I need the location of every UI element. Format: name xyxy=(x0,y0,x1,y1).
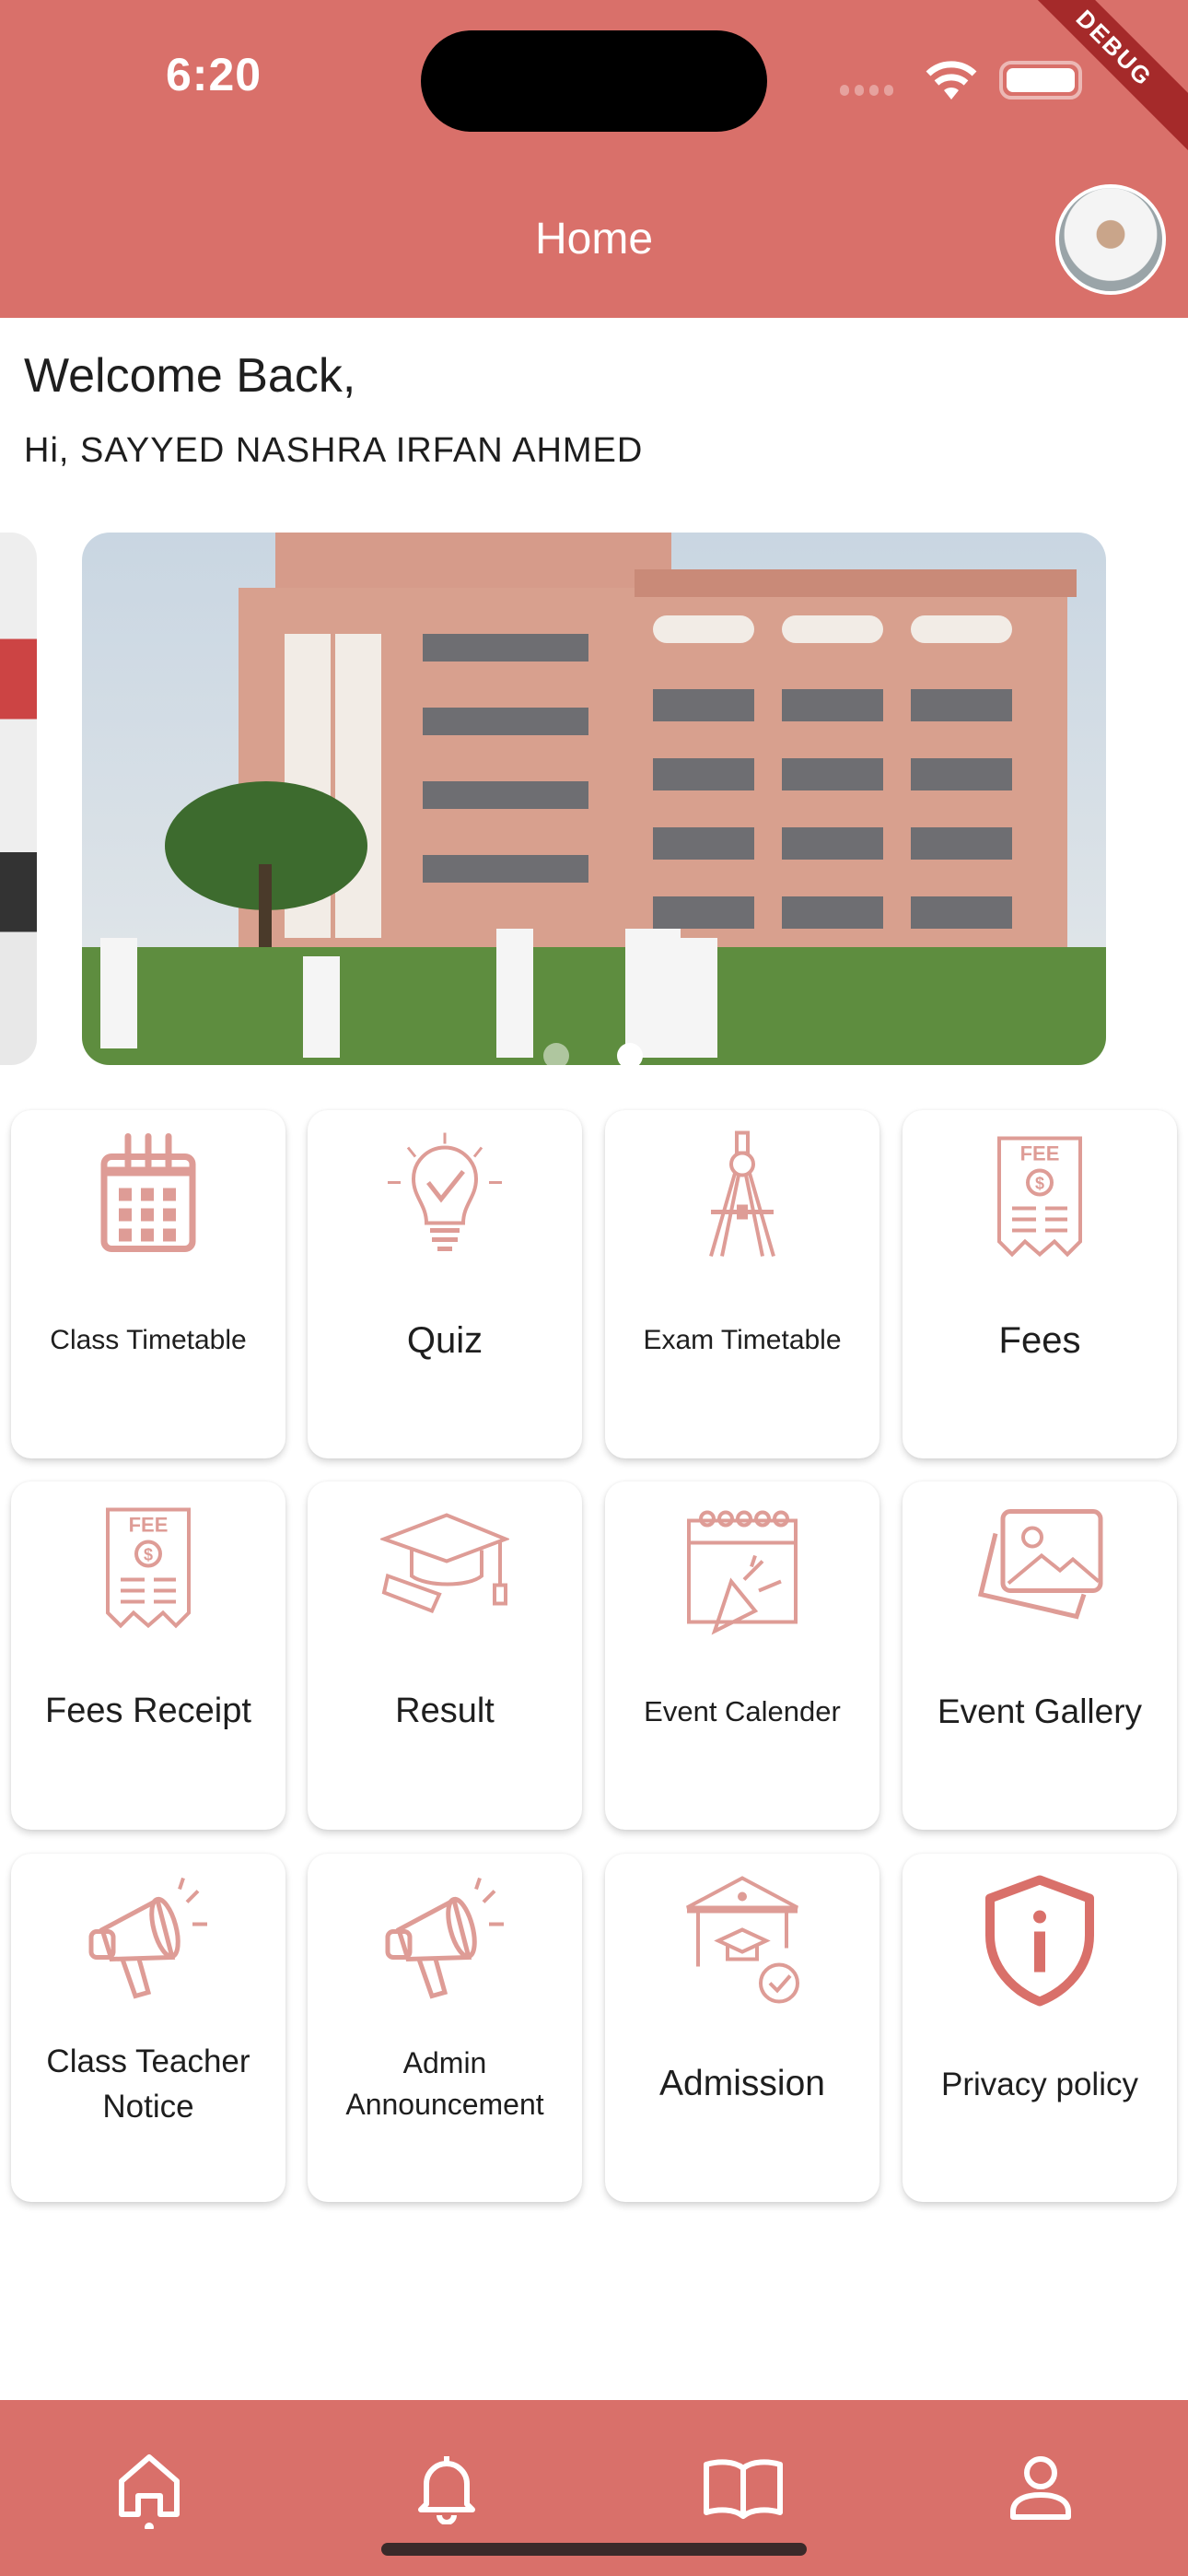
person-icon xyxy=(1010,2456,1071,2520)
svg-text:FEE: FEE xyxy=(1020,1142,1060,1165)
school-check-icon xyxy=(686,1876,799,2004)
grid-item-label: Privacy policy xyxy=(941,2066,1138,2102)
fee-receipt-icon: FEE $ xyxy=(106,1507,191,1629)
grid-item-label: Event Calender xyxy=(644,1695,841,1728)
carousel-dot[interactable] xyxy=(543,1043,569,1069)
home-indicator xyxy=(381,2543,807,2556)
grid-item-event-gallery[interactable]: Event Gallery xyxy=(903,1481,1177,1830)
grid-item-label: Fees xyxy=(998,1320,1081,1361)
grid-item-label: Exam Timetable xyxy=(643,1325,842,1355)
carousel-slide-previous[interactable] xyxy=(0,533,37,1065)
event-calendar-icon xyxy=(687,1510,798,1635)
cellular-signal-icon xyxy=(840,85,893,96)
carousel-dot-active[interactable] xyxy=(617,1043,643,1069)
grid-item-label: Fees Receipt xyxy=(45,1692,251,1731)
nav-profile[interactable] xyxy=(999,2446,1082,2529)
grid-item-label: Quiz xyxy=(406,1320,483,1361)
lightbulb-check-icon xyxy=(388,1132,502,1251)
fee-receipt-icon: FEE $ xyxy=(997,1136,1082,1258)
gallery-icon xyxy=(977,1509,1103,1620)
grid-item-label: Class Timetable xyxy=(50,1325,247,1355)
page-title: Home xyxy=(534,215,654,263)
book-icon xyxy=(704,2459,783,2519)
grid-item-class-teacher-notice[interactable]: Class Teacher Notice xyxy=(11,1854,285,2202)
grid-item-fees[interactable]: FEE $ Fees xyxy=(903,1110,1177,1458)
graduation-cap-icon xyxy=(380,1513,509,1614)
grid-item-quiz[interactable]: Quiz xyxy=(308,1110,582,1458)
grid-item-admin-announcement[interactable]: Admin Announcement xyxy=(308,1854,582,2202)
school-building-image xyxy=(82,533,1106,1065)
grid-item-result[interactable]: Result xyxy=(308,1481,582,1830)
wifi-icon xyxy=(926,61,977,100)
bell-icon xyxy=(418,2456,475,2524)
calendar-icon xyxy=(100,1133,196,1252)
svg-text:FEE: FEE xyxy=(129,1514,169,1537)
compass-icon xyxy=(709,1130,775,1258)
grid-item-label: Admission xyxy=(659,2063,825,2103)
status-time: 6:20 xyxy=(166,49,262,100)
carousel-slide-school[interactable] xyxy=(82,533,1106,1065)
grid-item-class-timetable[interactable]: Class Timetable xyxy=(11,1110,285,1458)
megaphone-icon xyxy=(385,1877,504,1999)
megaphone-icon xyxy=(88,1877,207,1999)
grid-item-label: Result xyxy=(395,1692,495,1731)
grid-item-event-calender[interactable]: Event Calender xyxy=(605,1481,879,1830)
nav-home[interactable] xyxy=(108,2446,191,2529)
grid-item-admission[interactable]: Admission xyxy=(605,1854,879,2202)
grid-item-label: Admin Announcement xyxy=(345,2046,544,2121)
grid-item-exam-timetable[interactable]: Exam Timetable xyxy=(605,1110,879,1458)
home-icon xyxy=(119,2454,180,2529)
grid-item-label: Event Gallery xyxy=(937,1692,1143,1731)
grid-item-fees-receipt[interactable]: FEE $ Fees Receipt xyxy=(11,1481,285,1830)
nav-notifications[interactable] xyxy=(405,2446,488,2529)
nav-library[interactable] xyxy=(702,2446,785,2529)
profile-avatar[interactable] xyxy=(1055,184,1166,295)
svg-text:$: $ xyxy=(144,1546,153,1564)
battery-icon xyxy=(999,61,1082,100)
dynamic-island xyxy=(421,30,767,132)
shield-info-icon xyxy=(985,1875,1094,2007)
welcome-heading: Welcome Back, xyxy=(24,349,356,403)
grid-item-privacy-policy[interactable]: Privacy policy xyxy=(903,1854,1177,2202)
user-greeting: Hi, SAYYED NASHRA IRFAN AHMED xyxy=(24,431,644,470)
grid-item-label: Class Teacher Notice xyxy=(46,2043,250,2125)
svg-text:$: $ xyxy=(1035,1175,1044,1193)
